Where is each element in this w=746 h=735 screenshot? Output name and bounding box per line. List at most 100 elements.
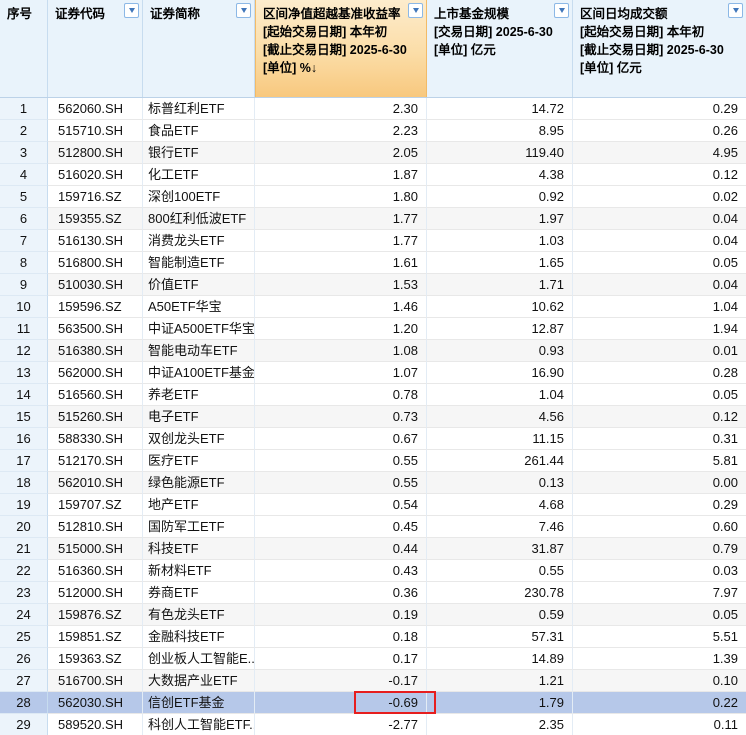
col-header-return-sorted[interactable]: 区间净值超越基准收益率 [起始交易日期] 本年初 [截止交易日期] 2025-6… bbox=[255, 0, 427, 97]
col-header-scale[interactable]: 上市基金规模 [交易日期] 2025-6-30 [单位] 亿元 bbox=[427, 0, 573, 97]
cell-scale[interactable]: 4.68 bbox=[427, 494, 573, 516]
cell-return[interactable]: 1.20 bbox=[255, 318, 427, 340]
cell-name[interactable]: 养老ETF bbox=[143, 384, 255, 406]
cell-volume[interactable]: 5.81 bbox=[573, 450, 746, 472]
cell-code[interactable]: 516130.SH bbox=[48, 230, 143, 252]
cell-idx[interactable]: 11 bbox=[0, 318, 48, 340]
cell-idx[interactable]: 10 bbox=[0, 296, 48, 318]
cell-idx[interactable]: 29 bbox=[0, 714, 48, 735]
cell-idx[interactable]: 3 bbox=[0, 142, 48, 164]
cell-idx[interactable]: 20 bbox=[0, 516, 48, 538]
cell-name[interactable]: 800红利低波ETF bbox=[143, 208, 255, 230]
cell-name[interactable]: 医疗ETF bbox=[143, 450, 255, 472]
cell-volume[interactable]: 5.51 bbox=[573, 626, 746, 648]
cell-code[interactable]: 512800.SH bbox=[48, 142, 143, 164]
table-row[interactable]: 19159707.SZ地产ETF0.544.680.29 bbox=[0, 494, 746, 516]
table-row[interactable]: 6159355.SZ800红利低波ETF1.771.970.04 bbox=[0, 208, 746, 230]
cell-idx[interactable]: 19 bbox=[0, 494, 48, 516]
cell-name[interactable]: 中证A100ETF基金 bbox=[143, 362, 255, 384]
cell-volume[interactable]: 4.95 bbox=[573, 142, 746, 164]
cell-volume[interactable]: 0.28 bbox=[573, 362, 746, 384]
cell-idx[interactable]: 9 bbox=[0, 274, 48, 296]
cell-volume[interactable]: 0.03 bbox=[573, 560, 746, 582]
table-row[interactable]: 29589520.SH科创人工智能ETF...-2.772.350.11 bbox=[0, 714, 746, 735]
cell-scale[interactable]: 1.97 bbox=[427, 208, 573, 230]
cell-return[interactable]: 0.19 bbox=[255, 604, 427, 626]
cell-idx[interactable]: 27 bbox=[0, 670, 48, 692]
table-row[interactable]: 2515710.SH食品ETF2.238.950.26 bbox=[0, 120, 746, 142]
cell-scale[interactable]: 0.92 bbox=[427, 186, 573, 208]
cell-name[interactable]: 消费龙头ETF bbox=[143, 230, 255, 252]
cell-idx[interactable]: 15 bbox=[0, 406, 48, 428]
cell-scale[interactable]: 1.21 bbox=[427, 670, 573, 692]
cell-volume[interactable]: 0.04 bbox=[573, 274, 746, 296]
cell-code[interactable]: 516020.SH bbox=[48, 164, 143, 186]
cell-return[interactable]: 0.54 bbox=[255, 494, 427, 516]
cell-return[interactable]: 0.44 bbox=[255, 538, 427, 560]
cell-return[interactable]: -2.77 bbox=[255, 714, 427, 735]
cell-scale[interactable]: 1.04 bbox=[427, 384, 573, 406]
cell-scale[interactable]: 4.56 bbox=[427, 406, 573, 428]
cell-name[interactable]: 食品ETF bbox=[143, 120, 255, 142]
filter-button-scale[interactable] bbox=[554, 3, 569, 18]
table-row[interactable]: 10159596.SZA50ETF华宝1.4610.621.04 bbox=[0, 296, 746, 318]
cell-volume[interactable]: 0.05 bbox=[573, 252, 746, 274]
cell-name[interactable]: 智能制造ETF bbox=[143, 252, 255, 274]
cell-scale[interactable]: 0.93 bbox=[427, 340, 573, 362]
cell-code[interactable]: 159355.SZ bbox=[48, 208, 143, 230]
cell-code[interactable]: 159596.SZ bbox=[48, 296, 143, 318]
cell-code[interactable]: 512000.SH bbox=[48, 582, 143, 604]
cell-code[interactable]: 516380.SH bbox=[48, 340, 143, 362]
cell-idx[interactable]: 21 bbox=[0, 538, 48, 560]
cell-volume[interactable]: 0.79 bbox=[573, 538, 746, 560]
cell-volume[interactable]: 0.04 bbox=[573, 230, 746, 252]
cell-volume[interactable]: 0.26 bbox=[573, 120, 746, 142]
filter-button-code[interactable] bbox=[124, 3, 139, 18]
cell-code[interactable]: 516700.SH bbox=[48, 670, 143, 692]
cell-idx[interactable]: 4 bbox=[0, 164, 48, 186]
cell-return[interactable]: 0.55 bbox=[255, 450, 427, 472]
cell-return[interactable]: -0.17 bbox=[255, 670, 427, 692]
cell-name[interactable]: 科创人工智能ETF... bbox=[143, 714, 255, 735]
cell-volume[interactable]: 7.97 bbox=[573, 582, 746, 604]
table-row[interactable]: 5159716.SZ深创100ETF1.800.920.02 bbox=[0, 186, 746, 208]
filter-button-volume[interactable] bbox=[728, 3, 743, 18]
cell-name[interactable]: 中证A500ETF华宝 bbox=[143, 318, 255, 340]
cell-code[interactable]: 512810.SH bbox=[48, 516, 143, 538]
cell-scale[interactable]: 261.44 bbox=[427, 450, 573, 472]
cell-idx[interactable]: 1 bbox=[0, 98, 48, 120]
cell-code[interactable]: 159851.SZ bbox=[48, 626, 143, 648]
cell-volume[interactable]: 1.39 bbox=[573, 648, 746, 670]
table-row[interactable]: 3512800.SH银行ETF2.05119.404.95 bbox=[0, 142, 746, 164]
cell-name[interactable]: 国防军工ETF bbox=[143, 516, 255, 538]
table-row[interactable]: 12516380.SH智能电动车ETF1.080.930.01 bbox=[0, 340, 746, 362]
cell-scale[interactable]: 119.40 bbox=[427, 142, 573, 164]
table-row[interactable]: 4516020.SH化工ETF1.874.380.12 bbox=[0, 164, 746, 186]
cell-scale[interactable]: 1.65 bbox=[427, 252, 573, 274]
cell-scale[interactable]: 10.62 bbox=[427, 296, 573, 318]
cell-volume[interactable]: 0.02 bbox=[573, 186, 746, 208]
cell-scale[interactable]: 57.31 bbox=[427, 626, 573, 648]
cell-name[interactable]: 金融科技ETF bbox=[143, 626, 255, 648]
cell-code[interactable]: 510030.SH bbox=[48, 274, 143, 296]
cell-scale[interactable]: 12.87 bbox=[427, 318, 573, 340]
cell-volume[interactable]: 0.05 bbox=[573, 384, 746, 406]
cell-idx[interactable]: 2 bbox=[0, 120, 48, 142]
col-header-index[interactable]: 序号 bbox=[0, 0, 48, 97]
cell-name[interactable]: 创业板人工智能E... bbox=[143, 648, 255, 670]
cell-code[interactable]: 515710.SH bbox=[48, 120, 143, 142]
cell-scale[interactable]: 0.13 bbox=[427, 472, 573, 494]
cell-name[interactable]: 券商ETF bbox=[143, 582, 255, 604]
table-row[interactable]: 24159876.SZ有色龙头ETF0.190.590.05 bbox=[0, 604, 746, 626]
cell-scale[interactable]: 1.03 bbox=[427, 230, 573, 252]
cell-scale[interactable]: 4.38 bbox=[427, 164, 573, 186]
cell-name[interactable]: 价值ETF bbox=[143, 274, 255, 296]
table-row[interactable]: 16588330.SH双创龙头ETF0.6711.150.31 bbox=[0, 428, 746, 450]
cell-scale[interactable]: 0.55 bbox=[427, 560, 573, 582]
cell-idx[interactable]: 8 bbox=[0, 252, 48, 274]
cell-name[interactable]: A50ETF华宝 bbox=[143, 296, 255, 318]
cell-code[interactable]: 588330.SH bbox=[48, 428, 143, 450]
cell-volume[interactable]: 0.29 bbox=[573, 98, 746, 120]
cell-volume[interactable]: 0.12 bbox=[573, 164, 746, 186]
cell-return[interactable]: 0.36 bbox=[255, 582, 427, 604]
